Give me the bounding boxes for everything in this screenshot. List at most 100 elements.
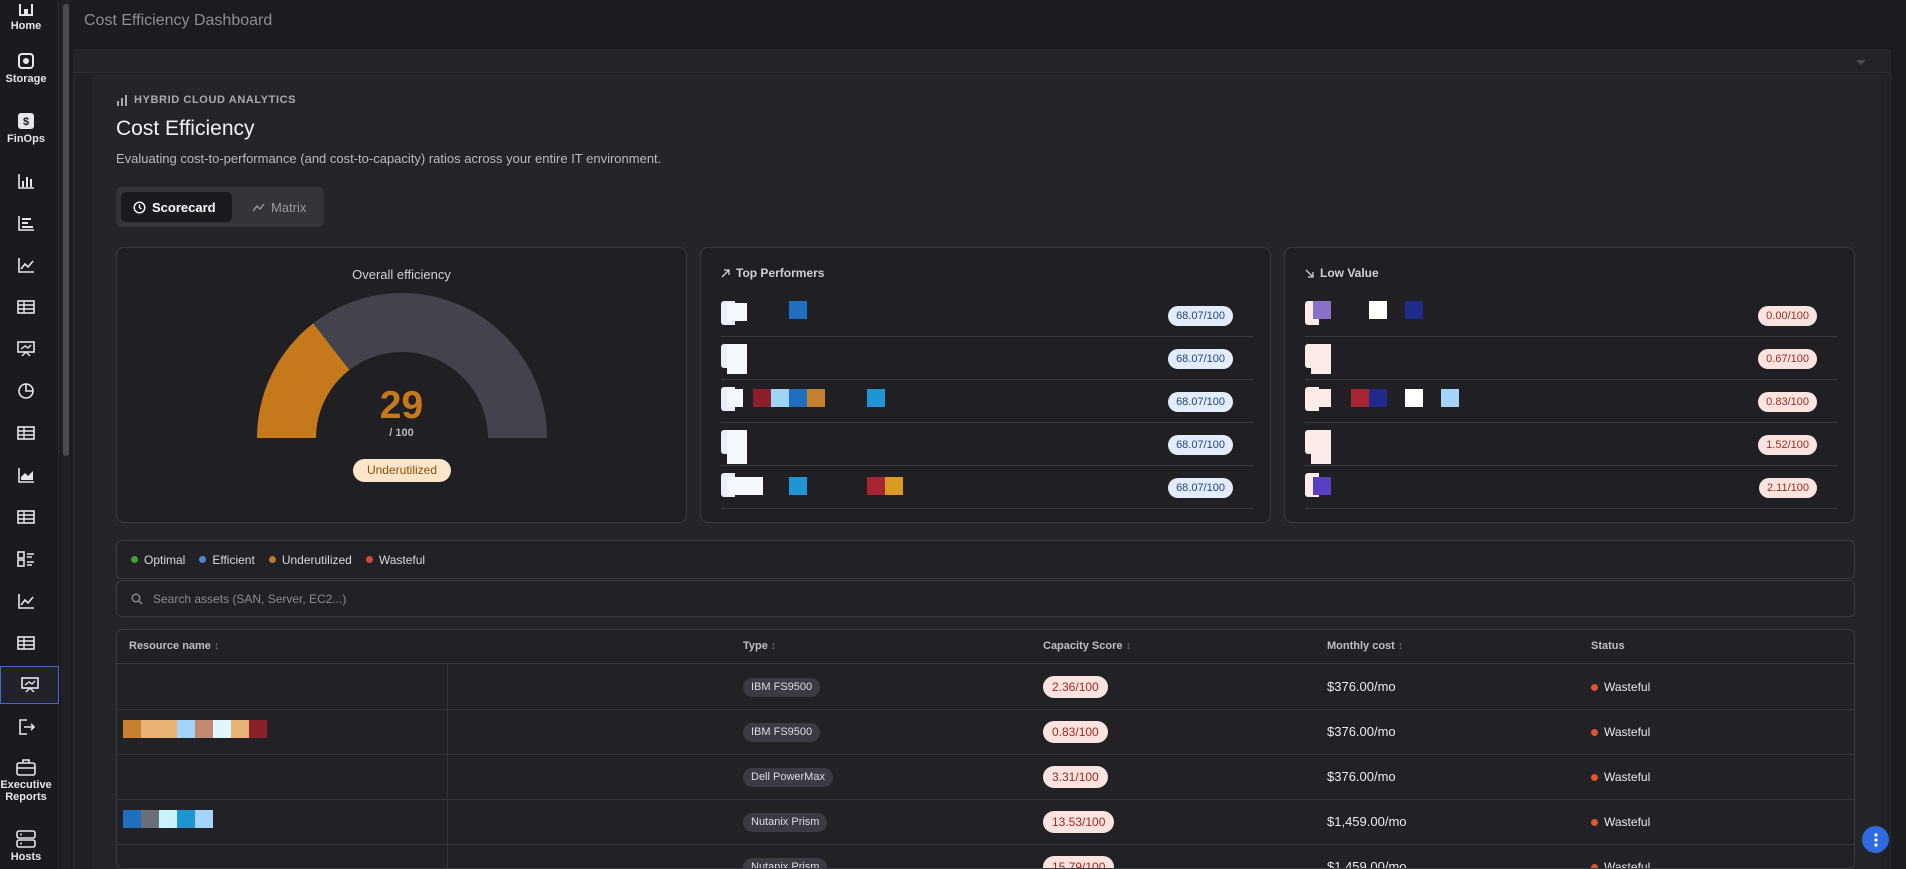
resource-name-redacted [1305, 301, 1545, 331]
export-icon [16, 718, 36, 736]
tab-matrix[interactable]: Matrix [240, 192, 318, 222]
legend-label: Optimal [144, 552, 186, 567]
card-title: Low Value [1305, 266, 1379, 280]
sidebar-item-line-chart[interactable] [0, 256, 52, 276]
sidebar-item-finops[interactable]: $ FinOps [0, 112, 52, 152]
column-header-resource-name[interactable]: Resource name ↕ [129, 640, 220, 652]
type-chip: Nutanix Prism [743, 813, 828, 832]
score-pill: 68.07/100 [1168, 349, 1233, 369]
resource-name-redacted [721, 344, 961, 374]
sidebar-item-area-chart[interactable] [0, 466, 52, 486]
sidebar-item-line-chart-2[interactable] [0, 592, 52, 612]
resource-name-redacted [1305, 473, 1545, 503]
column-label: Status [1591, 640, 1625, 652]
score-pill: 68.07/100 [1168, 392, 1233, 412]
sidebar-item-horizontal-bar[interactable] [0, 214, 52, 234]
view-toggle: Scorecard Matrix [116, 187, 324, 227]
status-badge: Underutilized [353, 459, 451, 482]
sidebar-item-label: Home [10, 20, 42, 32]
search-input[interactable] [153, 591, 753, 606]
monthly-cost: $376.00/mo [1327, 724, 1396, 739]
column-label: Resource name [129, 640, 211, 652]
table-row[interactable]: Nutanix Prism 13.53/100 $1,459.00/mo Was… [117, 800, 1854, 845]
presentation-icon [16, 340, 36, 358]
column-header-status: Status [1591, 640, 1625, 652]
assets-table: Resource name ↕ Type ↕ Capacity Score ↕ … [116, 629, 1855, 869]
card-title-text: Top Performers [736, 266, 825, 280]
home-icon [16, 0, 36, 17]
column-header-type[interactable]: Type ↕ [743, 640, 776, 652]
resource-name-redacted [721, 301, 961, 331]
capacity-score-pill: 13.53/100 [1043, 811, 1115, 833]
monthly-cost: $376.00/mo [1327, 769, 1396, 784]
score-pill: 68.07/100 [1168, 478, 1233, 498]
score-pill: 1.52/100 [1758, 435, 1817, 455]
sidebar-item-table-3[interactable] [0, 508, 52, 528]
resource-name-redacted [1305, 387, 1545, 417]
list-item[interactable]: 0.83/100 [1305, 380, 1837, 423]
tab-scorecard[interactable]: Scorecard [121, 192, 232, 222]
list-item[interactable]: 68.07/100 [721, 466, 1253, 509]
legend-label: Underutilized [281, 552, 352, 567]
sidebar-item-pie-chart[interactable] [0, 382, 52, 402]
table-header: Resource name ↕ Type ↕ Capacity Score ↕ … [117, 630, 1854, 664]
type-chip: Nutanix Prism [743, 858, 828, 868]
list-item[interactable]: 68.07/100 [721, 294, 1253, 337]
table-row[interactable]: IBM FS9500 2.36/100 $376.00/mo Wasteful [117, 665, 1854, 710]
list-item[interactable]: 68.07/100 [721, 423, 1253, 466]
monthly-cost: $1,459.00/mo [1327, 814, 1407, 829]
sidebar-item-table[interactable] [0, 298, 52, 318]
panel-header-strip [73, 49, 1891, 73]
list-item[interactable]: 68.07/100 [721, 337, 1253, 380]
sidebar-item-presentation[interactable] [0, 340, 52, 360]
capacity-score-pill: 3.31/100 [1043, 766, 1108, 788]
column-header-monthly-cost[interactable]: Monthly cost ↕ [1327, 640, 1403, 652]
arrow-up-right-icon [721, 268, 730, 277]
column-header-capacity-score[interactable]: Capacity Score ↕ [1043, 640, 1131, 652]
svg-text:$: $ [23, 116, 29, 128]
sidebar-item-storage[interactable]: Storage [0, 52, 52, 92]
list-item[interactable]: 0.67/100 [1305, 337, 1837, 380]
list-item[interactable]: 68.07/100 [721, 380, 1253, 423]
column-label: Type [743, 640, 768, 652]
tab-label: Matrix [271, 199, 307, 215]
table-row[interactable]: Nutanix Prism 15.79/100 $1,459.00/mo Was… [117, 845, 1854, 868]
score-pill: 0.67/100 [1758, 349, 1817, 369]
presentation-icon [20, 676, 40, 694]
score-pill: 0.83/100 [1758, 392, 1817, 412]
chevron-down-icon[interactable] [1855, 59, 1867, 67]
status-legend: Optimal Efficient Underutilized Wasteful [116, 540, 1855, 579]
sidebar-item-table-4[interactable] [0, 634, 52, 654]
sidebar-item-label: Storage [5, 73, 47, 85]
table-row[interactable]: IBM FS9500 0.83/100 $376.00/mo Wasteful [117, 710, 1854, 755]
resource-name-redacted [721, 387, 961, 417]
more-options-button[interactable] [1862, 826, 1889, 853]
sidebar-item-table-2[interactable] [0, 424, 52, 444]
list-item[interactable]: 0.00/100 [1305, 294, 1837, 337]
status-cell: Wasteful [1591, 680, 1650, 694]
server-icon [16, 830, 36, 848]
list-item[interactable]: 1.52/100 [1305, 423, 1837, 466]
table-icon [16, 508, 36, 526]
table-row[interactable]: Dell PowerMax 3.31/100 $376.00/mo Wastef… [117, 755, 1854, 800]
pie-chart-icon [16, 382, 36, 400]
list-grid-icon [16, 550, 36, 568]
sidebar-item-list-grid[interactable] [0, 550, 52, 570]
sidebar-item-presentation-active[interactable] [0, 666, 59, 704]
sidebar-item-export[interactable] [0, 718, 52, 738]
sidebar-item-home[interactable]: Home [0, 0, 52, 32]
sidebar-scrollbar-thumb[interactable] [63, 4, 69, 456]
sidebar-item-hosts[interactable]: Hosts [0, 830, 52, 869]
score-pill: 68.07/100 [1168, 306, 1233, 326]
resource-name-redacted [721, 473, 961, 503]
sidebar-item-executive-reports[interactable]: Executive Reports [0, 758, 52, 808]
legend-label: Wasteful [378, 552, 426, 567]
bar-chart-icon [16, 172, 36, 190]
status-cell: Wasteful [1591, 860, 1650, 868]
sidebar-item-bar-chart[interactable] [0, 172, 52, 192]
card-title-text: Low Value [1320, 266, 1379, 280]
sidebar: Home Storage $ FinOps Executive Reports … [0, 0, 59, 869]
score-pill: 68.07/100 [1168, 435, 1233, 455]
sidebar-item-label: Executive Reports [0, 779, 52, 803]
list-item[interactable]: 2.11/100 [1305, 466, 1837, 509]
